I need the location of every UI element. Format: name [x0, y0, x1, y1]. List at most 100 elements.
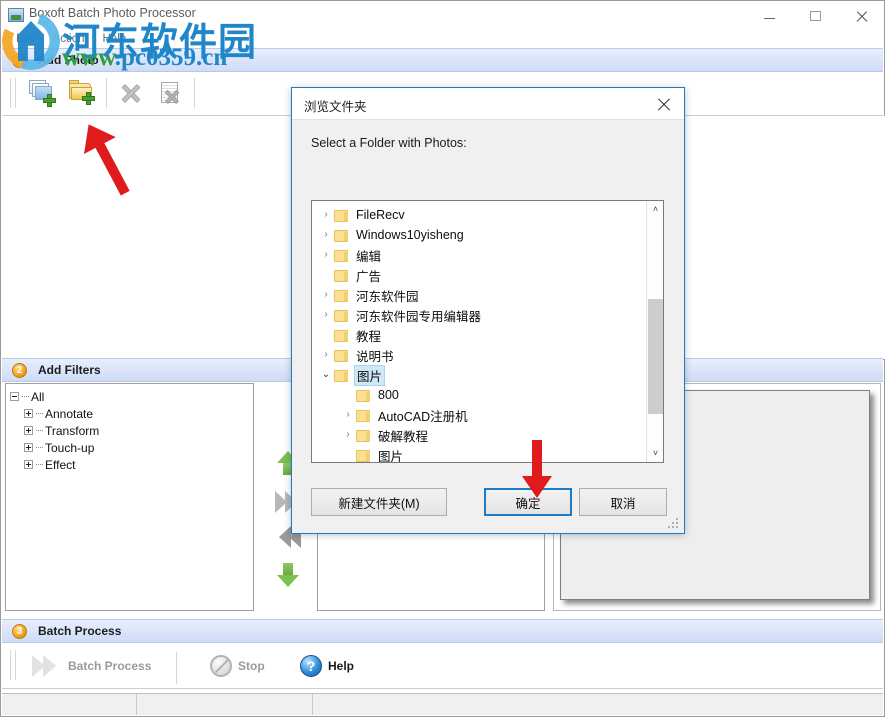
chevron-down-icon[interactable]: ⌄ [318, 365, 334, 385]
help-button[interactable]: ? Help [300, 655, 354, 677]
chevron-right-icon[interactable]: › [318, 225, 334, 245]
expand-box-icon[interactable] [24, 460, 33, 469]
folder-name: FileRecv [356, 208, 405, 222]
status-cell-1 [2, 694, 137, 715]
tree-node-annotate[interactable]: Annotate [24, 405, 253, 422]
folder-tree-row[interactable]: › 破解教程 [318, 425, 663, 445]
folder-name: 教程 [356, 329, 382, 344]
folder-tree-row[interactable]: › 河东软件园专用编辑器 [318, 305, 663, 325]
menu-item-help[interactable]: Help [94, 31, 136, 47]
resize-grip[interactable] [668, 518, 680, 530]
tree-node-label: Annotate [45, 406, 94, 421]
red-pointer-arrow-ok [522, 440, 552, 498]
browse-folder-dialog[interactable]: 浏览文件夹 Select a Folder with Photos: › File… [291, 87, 685, 534]
stop-button[interactable]: Stop [210, 655, 265, 677]
dialog-title: 浏览文件夹 [304, 100, 367, 114]
batch-process-label: Batch Process [68, 659, 152, 673]
folder-name: 破解教程 [378, 429, 429, 444]
minimize-button[interactable] [746, 1, 792, 31]
folder-icon [334, 349, 350, 362]
filters-tree: All Annotate Transform Touch-up Effect [6, 384, 253, 473]
folder-tree-row[interactable]: 800 [318, 385, 663, 405]
folder-tree-row[interactable]: › AutoCAD注册机 [318, 405, 663, 425]
title-bar: Boxoft Batch Photo Processor [1, 1, 884, 31]
folder-tree-row[interactable]: 教程 [318, 325, 663, 345]
maximize-button[interactable] [792, 1, 838, 31]
expand-box-icon[interactable] [24, 443, 33, 452]
folder-tree-row[interactable]: › FileRecv [318, 205, 663, 225]
application-window: Boxoft Batch Photo Processor File Action… [0, 0, 885, 717]
tree-node-label: Touch-up [45, 440, 95, 455]
section-title-batch-process: Batch Process [38, 624, 122, 638]
toolbar-grip[interactable] [10, 78, 16, 108]
step-badge-1: 1 [12, 53, 27, 68]
app-icon [8, 8, 24, 22]
expand-box-icon[interactable] [24, 409, 33, 418]
folder-icon [356, 389, 372, 402]
folder-name: 说明书 [356, 349, 394, 364]
chevron-right-icon[interactable]: › [318, 345, 334, 365]
filters-tree-panel[interactable]: All Annotate Transform Touch-up Effect [5, 383, 254, 611]
menu-item-file[interactable]: File [7, 31, 44, 47]
cancel-button[interactable]: 取消 [579, 488, 667, 516]
dialog-close-button[interactable] [644, 88, 684, 119]
add-folder-button[interactable] [64, 76, 100, 110]
clear-list-button[interactable] [152, 76, 188, 110]
tree-node-transform[interactable]: Transform [24, 422, 253, 439]
folder-name: 河东软件园专用编辑器 [356, 309, 482, 324]
scroll-up-arrow-icon[interactable]: ˄ [647, 201, 663, 218]
folder-icon [356, 409, 372, 422]
expand-box-icon[interactable] [24, 426, 33, 435]
folder-tree[interactable]: › FileRecv › Windows10yisheng › 编辑 广告 › 河东软件园 › 河东… [311, 200, 664, 463]
close-icon [657, 97, 671, 111]
folder-icon [356, 429, 372, 442]
tree-children: Annotate Transform Touch-up Effect [24, 405, 253, 473]
scroll-down-arrow-icon[interactable]: ˅ [647, 445, 663, 462]
tree-node-label: Transform [45, 423, 100, 438]
tree-node-effect[interactable]: Effect [24, 456, 253, 473]
chevron-right-icon[interactable]: › [318, 245, 334, 265]
folder-name: 800 [378, 388, 399, 402]
chevron-right-icon[interactable]: › [340, 405, 356, 425]
folder-tree-row[interactable]: 广告 [318, 265, 663, 285]
new-folder-button[interactable]: 新建文件夹(M) [311, 488, 447, 516]
folder-tree-row[interactable]: › 编辑 [318, 245, 663, 265]
folder-tree-scrollbar[interactable]: ˄ ˅ [646, 201, 663, 462]
add-photo-button[interactable] [23, 76, 59, 110]
folder-tree-row[interactable]: ⌄ 图片 [318, 364, 663, 386]
remove-photo-button[interactable] [113, 76, 149, 110]
toolbar-separator [106, 78, 107, 108]
chevron-right-icon[interactable]: › [318, 305, 334, 325]
folder-icon [334, 229, 350, 242]
tree-node-touch-up[interactable]: Touch-up [24, 439, 253, 456]
scrollbar-thumb[interactable] [648, 299, 663, 414]
chevron-right-icon[interactable]: › [318, 205, 334, 225]
move-down-arrow[interactable] [277, 561, 299, 587]
menu-item-action[interactable]: Action [44, 31, 94, 47]
remove-x-icon [118, 80, 144, 106]
add-photo-icon [26, 79, 56, 107]
tree-node-all[interactable]: All [10, 388, 253, 405]
folder-tree-row[interactable]: › 河东软件园 [318, 285, 663, 305]
chevron-right-icon[interactable]: › [318, 285, 334, 305]
step-badge-3: 3 [12, 624, 27, 639]
toolbar-separator-2 [194, 78, 195, 108]
folder-tree-row[interactable]: › Windows10yisheng [318, 225, 663, 245]
status-bar [2, 693, 883, 715]
folder-tree-row[interactable]: › 说明书 [318, 345, 663, 365]
close-button[interactable] [838, 1, 884, 31]
dialog-prompt: Select a Folder with Photos: [311, 136, 467, 150]
folder-icon [334, 309, 350, 322]
folder-tree-row[interactable]: 图片 [318, 445, 663, 462]
tree-node-label: All [31, 389, 45, 404]
batch-toolbar-grip[interactable] [10, 650, 16, 680]
collapse-box-icon[interactable] [10, 392, 19, 401]
section-title-add-filters: Add Filters [38, 363, 101, 377]
add-folder-icon [67, 79, 97, 107]
stop-label: Stop [238, 659, 265, 673]
step-badge-2: 2 [12, 363, 27, 378]
chevron-right-icon[interactable]: › [340, 425, 356, 445]
window-title: Boxoft Batch Photo Processor [29, 6, 196, 20]
batch-process-button[interactable]: Batch Process [32, 655, 151, 677]
folder-name: AutoCAD注册机 [378, 409, 468, 424]
